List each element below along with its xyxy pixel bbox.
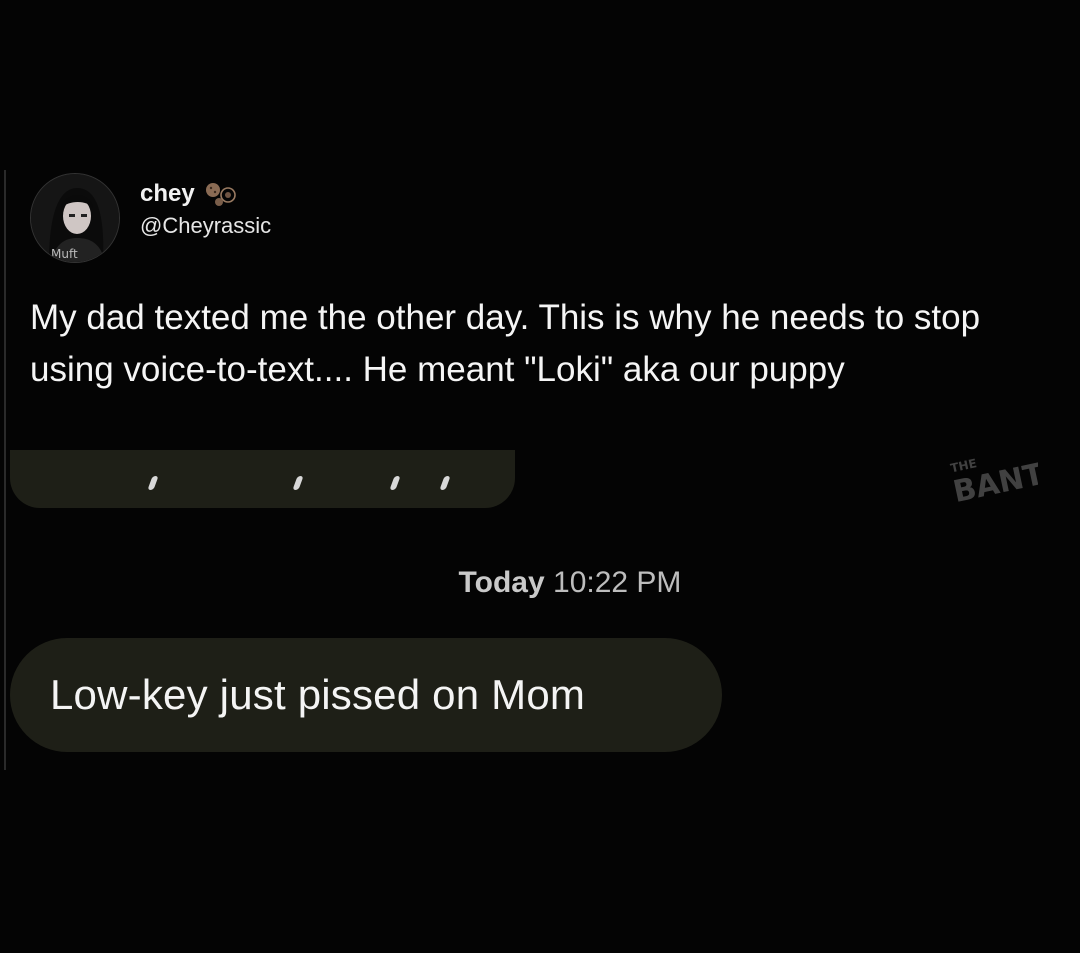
display-name-row: chey: [140, 179, 271, 209]
avatar-photo-icon: Muft: [31, 174, 119, 262]
tweet-text: My dad texted me the other day. This is …: [30, 298, 981, 389]
display-name[interactable]: chey: [140, 179, 195, 209]
avatar[interactable]: Muft: [30, 173, 120, 263]
cropped-text-fragment: [292, 476, 304, 490]
user-handle[interactable]: @Cheyrassic: [140, 211, 271, 241]
timestamp-time: 10:22 PM: [553, 566, 682, 599]
cropped-text-fragment: [147, 476, 159, 490]
message-text: Low-key just pissed on Mom: [50, 671, 586, 718]
screen-edge-divider: [4, 170, 6, 770]
cropped-text-fragment: [439, 476, 451, 490]
cropped-text-fragment: [389, 476, 401, 490]
author-block: chey @Cheyrassic: [140, 179, 271, 241]
message-timestamp: Today 10:22 PM: [0, 566, 1080, 600]
received-message-bubble[interactable]: Low-key just pissed on Mom: [10, 638, 722, 752]
cookie-emoji-icon: [205, 183, 236, 206]
previous-message-bubble-cropped: [10, 450, 515, 508]
bantz-watermark-logo: THE BANTZ: [949, 452, 1038, 510]
tweet-header: Muft chey @Cheyrassic: [30, 172, 271, 264]
timestamp-day: Today: [458, 566, 545, 599]
svg-text:Muft: Muft: [51, 247, 78, 261]
